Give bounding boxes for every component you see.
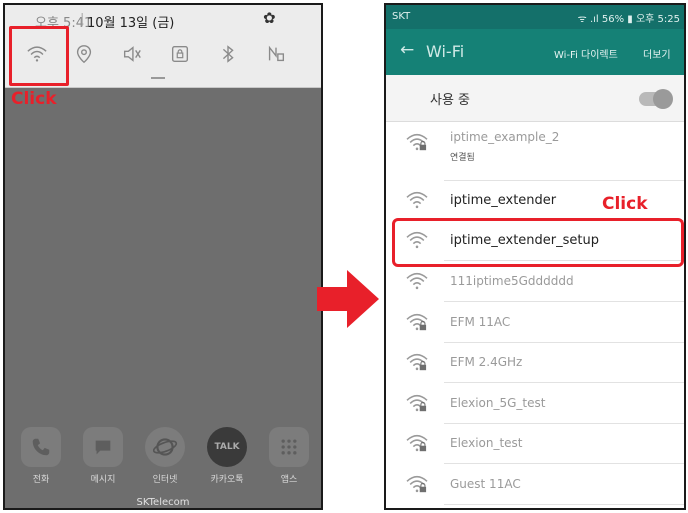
message-icon <box>83 427 123 467</box>
wifi-app-bar: ← Wi-Fi Wi-Fi 다이렉트 더보기 <box>386 29 684 75</box>
network-name: iptime_extender <box>450 193 557 208</box>
network-item[interactable]: 111iptime5Gdddddd <box>386 262 684 302</box>
dock-app-internet[interactable]: 인터넷 <box>140 427 190 485</box>
network-item[interactable]: iptime_example_2 연결됨 <box>386 123 684 181</box>
dock-app-label: 앱스 <box>280 475 298 485</box>
wifi-secured-icon <box>406 434 428 452</box>
network-item[interactable]: Elexion_5G_test <box>386 384 684 424</box>
wifi-icon <box>406 272 428 290</box>
right-phone-screen: SKT ᯤ .ıl 56% ▮ 오후 5:25 ← Wi-Fi Wi-Fi 다이… <box>384 3 686 510</box>
internet-icon <box>145 427 185 467</box>
network-item[interactable]: Elexion_test <box>386 424 684 464</box>
wifi-highlight-box <box>9 26 69 86</box>
more-button[interactable]: 더보기 <box>643 46 671 61</box>
toggle-knob <box>653 89 673 109</box>
gear-icon[interactable]: ✿ <box>263 9 276 27</box>
wifi-secured-icon <box>406 394 428 412</box>
dock-app-kakaotalk[interactable]: TALK 카카오톡 <box>202 427 252 485</box>
wifi-secured-icon <box>406 133 428 151</box>
wifi-secured-icon <box>406 353 428 371</box>
network-status: 연결됨 <box>450 153 475 163</box>
dock-app-label: 인터넷 <box>152 475 178 485</box>
wifi-direct-button[interactable]: Wi-Fi 다이렉트 <box>554 46 618 61</box>
rotation-lock-icon[interactable] <box>165 39 195 69</box>
network-name: EFM 2.4GHz <box>450 355 523 369</box>
click-annotation-left: Click <box>11 89 57 109</box>
phone-icon <box>21 427 61 467</box>
network-name: iptime_example_2 <box>450 130 560 144</box>
network-name: EFM 11AC <box>450 315 511 329</box>
back-arrow-icon[interactable]: ← <box>400 40 414 60</box>
location-icon[interactable] <box>69 39 99 69</box>
status-carrier: SKT <box>392 11 411 22</box>
network-name: 111iptime5Gdddddd <box>450 274 574 288</box>
dock-app-label: 카카오톡 <box>210 475 244 485</box>
wifi-icon <box>406 191 428 209</box>
wifi-toggle[interactable] <box>639 89 673 109</box>
status-separator: | <box>80 12 85 27</box>
network-name: Elexion_test <box>450 436 523 450</box>
status-indicators: ᯤ .ıl 56% ▮ 오후 5:25 <box>577 14 680 25</box>
in-use-label: 사용 중 <box>430 93 471 108</box>
row-divider <box>444 504 684 505</box>
dock-app-messages[interactable]: 메시지 <box>78 427 128 485</box>
wifi-secured-icon <box>406 475 428 493</box>
dock-app-label: 전화 <box>32 475 50 485</box>
apps-grid-icon <box>269 427 309 467</box>
dock-app-apps[interactable]: 앱스 <box>264 427 314 485</box>
left-phone-screen: 오후 5:41 | 10월 13일 (금) ✿ Click 전화 메시지 인터넷… <box>3 3 323 510</box>
carrier-label: SKTelecom <box>136 497 190 508</box>
panel-drag-handle[interactable] <box>151 77 165 79</box>
row-divider <box>444 463 684 464</box>
network-name: Guest 11AC <box>450 477 521 491</box>
page-title: Wi-Fi <box>426 42 465 61</box>
row-divider <box>444 301 684 302</box>
network-name: Elexion_5G_test <box>450 396 546 410</box>
status-date: 10월 13일 (금) <box>87 16 175 31</box>
click-annotation-right: Click <box>602 194 648 214</box>
wifi-secured-icon <box>406 313 428 331</box>
network-item[interactable]: Guest 11AC <box>386 465 684 505</box>
arrow-right-icon <box>317 270 379 328</box>
network-item[interactable]: EFM 11AC <box>386 303 684 343</box>
wifi-in-use-row: 사용 중 <box>386 75 684 122</box>
network-highlight-box <box>392 218 684 267</box>
kakaotalk-icon-text: TALK <box>214 442 240 452</box>
network-item[interactable]: EFM 2.4GHz <box>386 343 684 383</box>
row-divider <box>444 382 684 383</box>
kakaotalk-icon: TALK <box>207 427 247 467</box>
nfc-icon[interactable] <box>261 39 291 69</box>
dock-app-label: 메시지 <box>90 475 116 485</box>
dock-app-phone[interactable]: 전화 <box>16 427 66 485</box>
mute-icon[interactable] <box>117 39 147 69</box>
bluetooth-icon[interactable] <box>213 39 243 69</box>
status-bar: SKT ᯤ .ıl 56% ▮ 오후 5:25 <box>386 5 684 29</box>
